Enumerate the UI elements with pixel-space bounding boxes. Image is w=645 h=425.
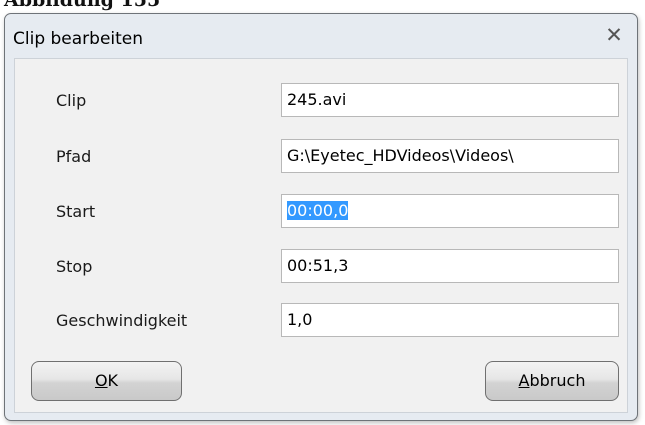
cancel-button[interactable]: Abbruch [485,361,619,401]
start-field[interactable]: 00:00,0 [281,194,619,228]
ok-button[interactable]: OK [31,361,182,401]
close-icon[interactable]: ✕ [599,20,629,50]
clip-label: Clip [56,91,87,110]
clipped-document-heading: Abbildung 155 [4,0,161,11]
stop-field[interactable]: 00:51,3 [281,249,619,283]
dialog-title: Clip bearbeiten [13,29,144,49]
start-selected-text: 00:00,0 [287,201,349,220]
start-label: Start [56,202,96,221]
speed-field[interactable]: 1,0 [281,303,619,337]
clip-field[interactable]: 245.avi [281,83,619,117]
speed-label: Geschwindigkeit [56,311,188,330]
cancel-label-rest: bbruch [529,371,586,390]
stop-label: Stop [56,257,93,276]
ok-mnemonic: O [94,371,108,390]
dialog-content: Clip 245.avi Pfad G:\Eyetec_HDVideos\Vid… [14,58,628,413]
path-field[interactable]: G:\Eyetec_HDVideos\Videos\ [281,139,619,173]
path-label: Pfad [56,147,92,166]
clip-edit-dialog: Clip bearbeiten ✕ Clip 245.avi Pfad G:\E… [4,13,638,421]
title-bar: Clip bearbeiten ✕ [5,14,637,58]
cancel-mnemonic: A [518,371,530,390]
ok-label-rest: K [107,371,119,390]
